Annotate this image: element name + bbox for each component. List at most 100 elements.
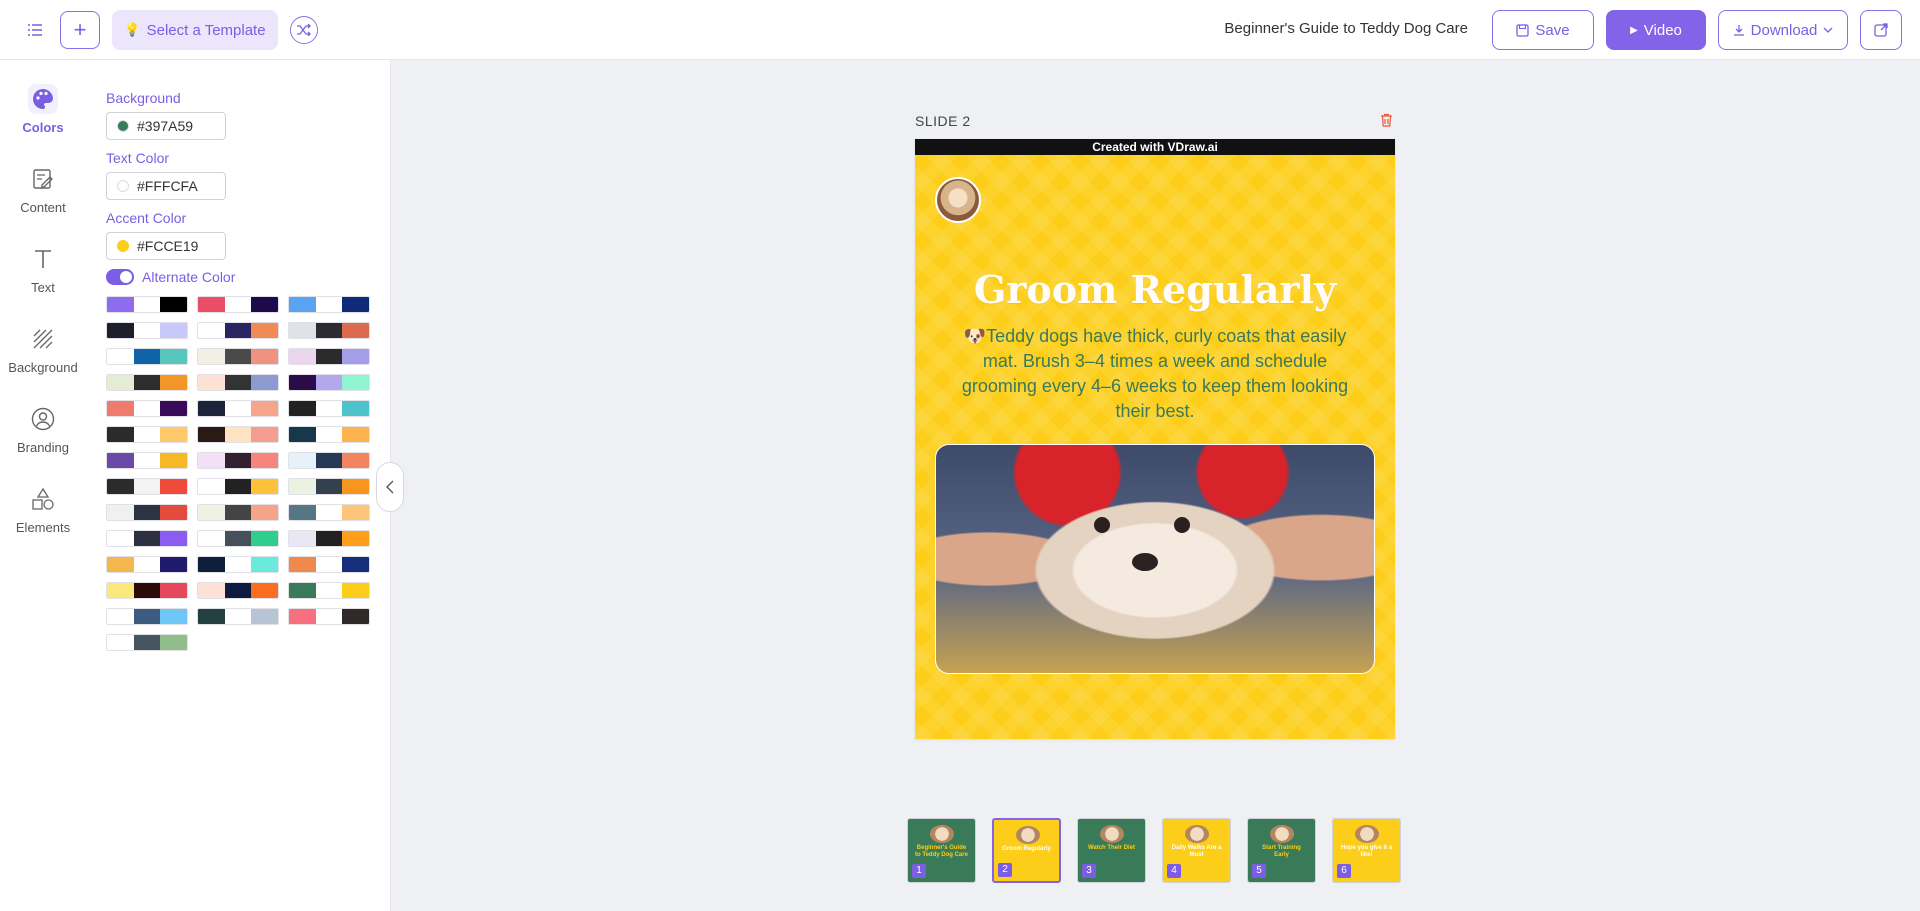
accent-color-field[interactable]: #FCCE19: [106, 232, 226, 260]
palette-swatch[interactable]: [106, 452, 188, 469]
delete-slide-button[interactable]: [1380, 113, 1393, 130]
thumbnail-number: 4: [1167, 864, 1181, 878]
palette-swatch[interactable]: [288, 348, 370, 365]
palette-color-chip: [133, 531, 161, 546]
thumbnail-slide-1[interactable]: Beginner's Guide to Teddy Dog Care 1: [907, 818, 976, 883]
background-color-label: Background: [106, 90, 181, 106]
palette-swatch[interactable]: [106, 374, 188, 391]
shuffle-button[interactable]: [290, 16, 318, 44]
palette-color-chip: [224, 479, 252, 494]
palette-color-chip: [133, 635, 161, 650]
palette-color-chip: [315, 401, 343, 416]
slide-image[interactable]: [935, 444, 1375, 674]
thumbnail-slide-6[interactable]: Hope you give it a like! 6: [1332, 818, 1401, 883]
palette-color-chip: [224, 531, 252, 546]
palette-swatch[interactable]: [197, 452, 279, 469]
text-color-field[interactable]: #FFFCFA: [106, 172, 226, 200]
palette-swatch[interactable]: [106, 296, 188, 313]
palette-swatch[interactable]: [197, 296, 279, 313]
palette-color-chip: [107, 635, 134, 650]
add-button[interactable]: +: [60, 11, 100, 49]
palette-swatch[interactable]: [197, 374, 279, 391]
palette-swatch[interactable]: [106, 530, 188, 547]
alternate-color-label: Alternate Color: [142, 269, 236, 285]
palette-color-chip: [133, 453, 161, 468]
palette-swatch[interactable]: [197, 504, 279, 521]
palette-color-chip: [289, 557, 316, 572]
brand-avatar[interactable]: [935, 177, 981, 223]
palette-color-chip: [133, 401, 161, 416]
rail-item-text[interactable]: Text: [0, 244, 86, 308]
thumbnail-slide-2[interactable]: Groom Regularly 2: [992, 818, 1061, 883]
palette-swatch[interactable]: [197, 556, 279, 573]
palette-color-chip: [133, 375, 161, 390]
palette-swatch[interactable]: [106, 582, 188, 599]
slide-title[interactable]: Groom Regularly: [915, 267, 1395, 312]
palette-swatch[interactable]: [288, 556, 370, 573]
palette-swatch[interactable]: [197, 530, 279, 547]
slide-canvas[interactable]: Created with VDraw.ai Groom Regularly 🐶T…: [915, 139, 1395, 739]
thumbnail-slide-5[interactable]: Start Training Early 5: [1247, 818, 1316, 883]
palette-color-chip: [160, 401, 187, 416]
palette-swatch[interactable]: [106, 556, 188, 573]
palette-swatch[interactable]: [288, 478, 370, 495]
palette-color-chip: [198, 505, 225, 520]
palette-swatch[interactable]: [197, 582, 279, 599]
palette-swatch[interactable]: [288, 426, 370, 443]
palette-swatch[interactable]: [106, 348, 188, 365]
list-icon: [28, 24, 42, 36]
palette-color-chip: [251, 323, 278, 338]
palette-swatch[interactable]: [106, 426, 188, 443]
palette-color-chip: [342, 375, 369, 390]
background-color-field[interactable]: #397A59: [106, 112, 226, 140]
video-button[interactable]: ▶ Video: [1606, 10, 1706, 50]
palette-color-chip: [342, 557, 369, 572]
palette-swatch[interactable]: [106, 504, 188, 521]
palette-swatch[interactable]: [106, 478, 188, 495]
palette-swatch[interactable]: [288, 322, 370, 339]
palette-swatch[interactable]: [288, 296, 370, 313]
select-template-button[interactable]: 💡 Select a Template: [112, 10, 278, 50]
palette-swatch[interactable]: [106, 322, 188, 339]
slide-body-text[interactable]: 🐶Teddy dogs have thick, curly coats that…: [951, 324, 1359, 424]
palette-swatch[interactable]: [288, 582, 370, 599]
palette-swatch[interactable]: [197, 426, 279, 443]
rail-item-background[interactable]: Background: [0, 324, 86, 388]
palette-swatch[interactable]: [197, 322, 279, 339]
palette-color-chip: [342, 505, 369, 520]
palette-color-chip: [198, 297, 225, 312]
palette-color-chip: [224, 505, 252, 520]
palette-swatch[interactable]: [197, 400, 279, 417]
palette-swatch[interactable]: [197, 478, 279, 495]
collapse-panel-button[interactable]: [376, 462, 404, 512]
palette-swatch[interactable]: [288, 608, 370, 625]
lightbulb-icon: 💡: [124, 22, 141, 37]
thumbnail-slide-4[interactable]: Daily Walks Are a Must 4: [1162, 818, 1231, 883]
open-external-button[interactable]: [1860, 10, 1902, 50]
download-button[interactable]: Download: [1718, 10, 1848, 50]
rail-item-colors[interactable]: Colors: [0, 84, 86, 148]
thumbnail-slide-3[interactable]: Watch Their Diet 3: [1077, 818, 1146, 883]
document-title[interactable]: Beginner's Guide to Teddy Dog Care: [1224, 20, 1468, 37]
watermark-banner: Created with VDraw.ai: [915, 139, 1395, 155]
palette-swatch[interactable]: [288, 400, 370, 417]
rail-item-elements[interactable]: Elements: [0, 484, 86, 548]
palette-swatch[interactable]: [288, 452, 370, 469]
palette-swatch[interactable]: [288, 374, 370, 391]
palette-swatch[interactable]: [288, 530, 370, 547]
alternate-color-toggle[interactable]: [106, 269, 134, 285]
rail-item-content[interactable]: Content: [0, 164, 86, 228]
menu-toggle-button[interactable]: [22, 18, 48, 42]
palette-swatch[interactable]: [288, 504, 370, 521]
palette-swatch[interactable]: [106, 400, 188, 417]
thumbnail-title: Start Training Early: [1262, 845, 1301, 858]
palette-swatch[interactable]: [106, 608, 188, 625]
palette-color-chip: [160, 349, 187, 364]
palette-swatch[interactable]: [197, 608, 279, 625]
palette-swatch[interactable]: [197, 348, 279, 365]
palette-color-chip: [315, 453, 343, 468]
save-button[interactable]: Save: [1492, 10, 1594, 50]
palette-swatch[interactable]: [106, 634, 188, 651]
palette-color-chip: [289, 427, 316, 442]
rail-item-branding[interactable]: Branding: [0, 404, 86, 468]
